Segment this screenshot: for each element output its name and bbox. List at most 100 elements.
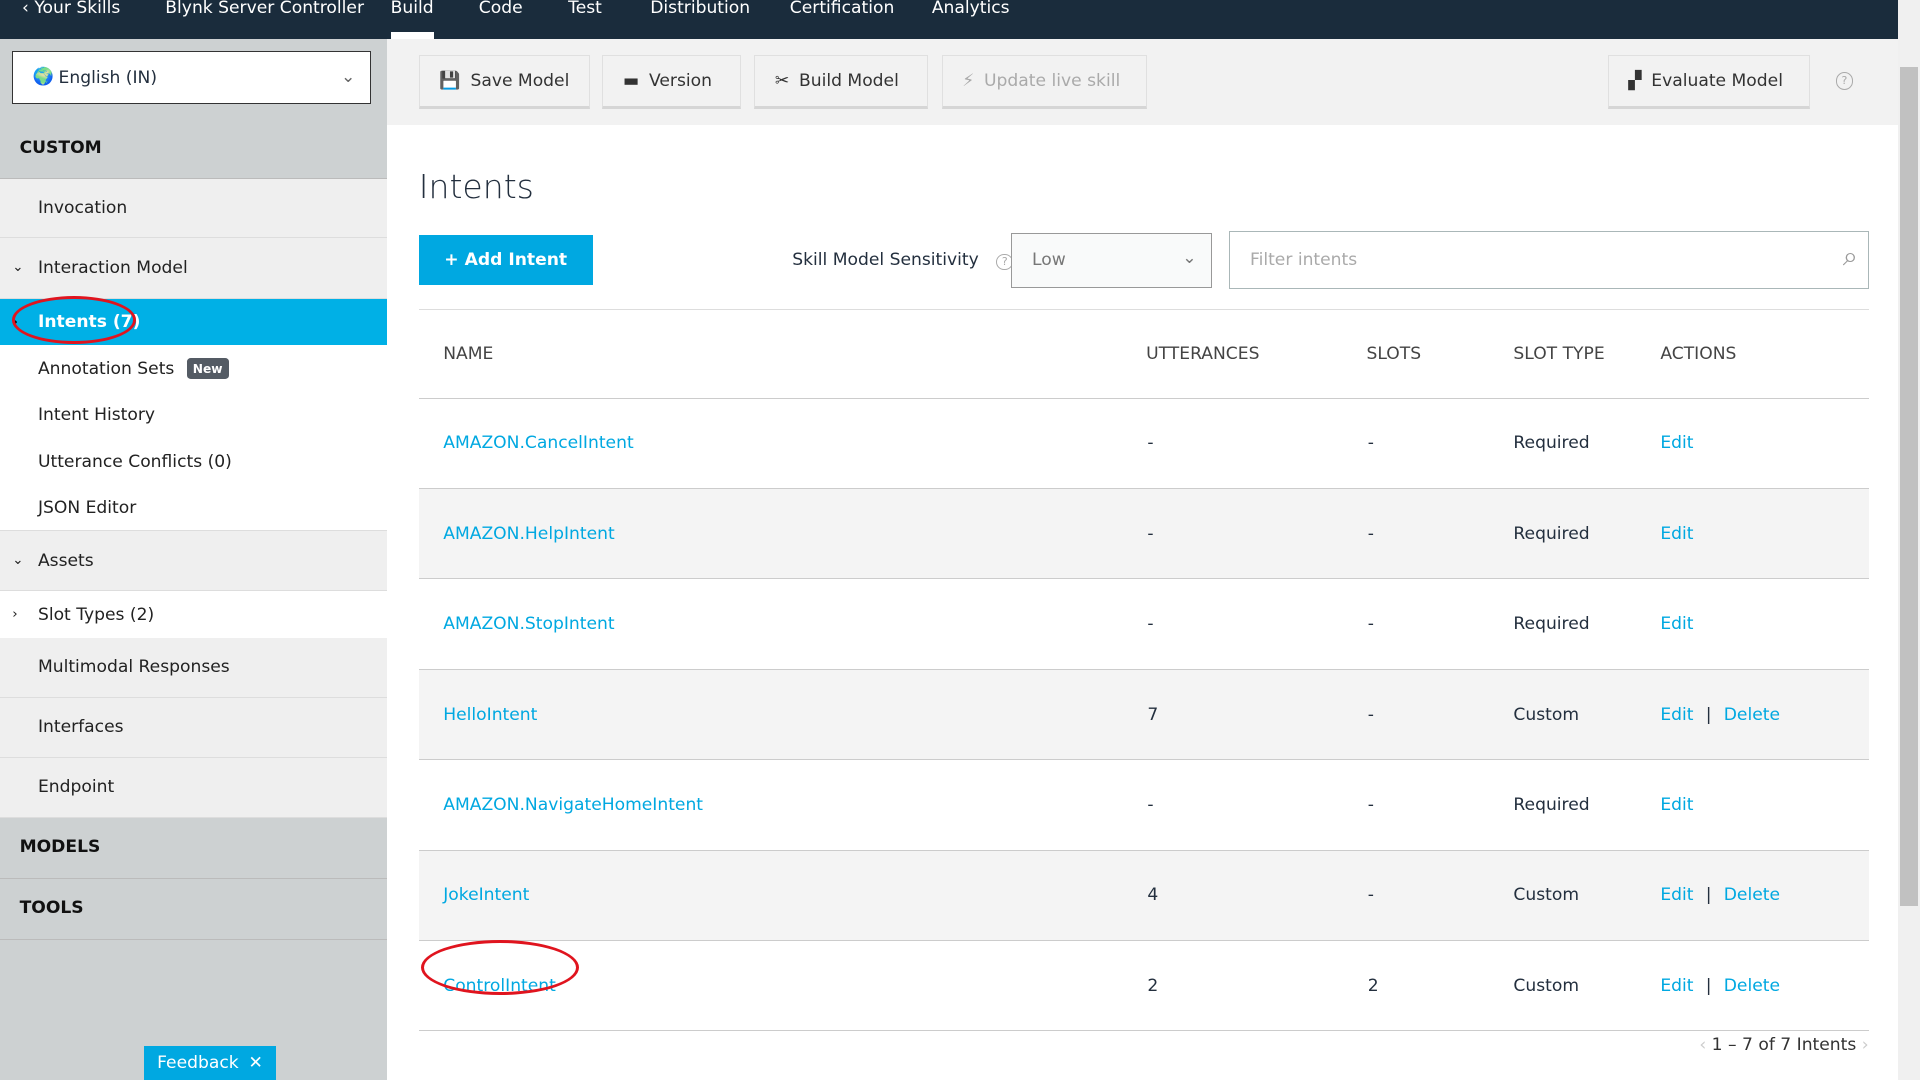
slots-cell: -	[1365, 850, 1513, 941]
section-tools[interactable]: TOOLS	[0, 879, 387, 941]
actions-cell: Edit	[1659, 759, 1869, 851]
toolbar: 💾 Save Model ▬ Version ✂ Build Model ⚡ Updat…	[386, 39, 1898, 125]
slot-type-cell: Custom	[1512, 669, 1660, 761]
delete-link[interactable]: Delete	[1724, 885, 1780, 905]
tab-code[interactable]: Code	[479, 0, 523, 18]
edit-link[interactable]: Edit	[1660, 795, 1693, 815]
slots-cell: -	[1365, 488, 1513, 580]
utterances-cell: 7	[1144, 669, 1366, 761]
slots-cell: -	[1365, 578, 1513, 670]
sidebar-item-endpoint[interactable]: Endpoint	[0, 757, 387, 818]
sidebar-item-assets[interactable]: ⌄ Assets	[0, 531, 387, 592]
intent-name-link[interactable]: AMAZON.NavigateHomeIntent	[443, 795, 703, 815]
top-nav: ‹ Your Skills Blynk Server Controller Bu…	[0, 0, 1898, 41]
edit-link[interactable]: Edit	[1660, 885, 1693, 905]
intent-name-link[interactable]: AMAZON.StopIntent	[443, 614, 614, 634]
actions-cell: Edit | Delete	[1659, 850, 1869, 941]
intent-name-link[interactable]: AMAZON.HelpIntent	[443, 524, 614, 544]
utterances-cell: -	[1144, 398, 1366, 490]
edit-link[interactable]: Edit	[1660, 976, 1693, 996]
table-row: AMAZON.HelpIntent - - Required Edit	[418, 488, 1869, 580]
tab-test[interactable]: Test	[568, 0, 602, 18]
prev-icon[interactable]: ‹	[1699, 1035, 1711, 1055]
save-model-button[interactable]: 💾 Save Model	[418, 55, 591, 109]
col-name[interactable]: NAME	[418, 308, 1145, 399]
sidebar-item-multimodal[interactable]: Multimodal Responses	[0, 637, 387, 698]
actions-cell: Edit	[1659, 398, 1869, 490]
lightning-icon: ⚡	[962, 71, 975, 92]
utterances-cell: -	[1144, 488, 1366, 580]
label: Annotation Sets	[37, 358, 175, 379]
evaluate-model-button[interactable]: ▞ Evaluate Model	[1607, 55, 1810, 109]
sidebar-item-annotation-sets[interactable]: Annotation Sets New	[0, 345, 387, 392]
update-live-skill-button[interactable]: ⚡ Update live skill	[941, 55, 1148, 109]
annotation-circle	[12, 296, 136, 344]
edit-link[interactable]: Edit	[1660, 705, 1693, 725]
table-row: HelloIntent 7 - Custom Edit | Delete	[418, 669, 1869, 761]
tab-certification[interactable]: Certification	[790, 0, 895, 18]
sidebar-item-interaction-model[interactable]: ⌄ Interaction Model	[0, 237, 387, 299]
sidebar-item-slot-types[interactable]: › Slot Types (2)	[0, 591, 387, 638]
sensitivity-select[interactable]: Low ⌄	[1011, 232, 1213, 288]
save-icon: 💾	[439, 71, 461, 92]
skill-name: Blynk Server Controller	[165, 0, 364, 18]
chevron-down-icon: ⌄	[1182, 248, 1197, 269]
version-button[interactable]: ▬ Version	[602, 55, 741, 109]
sidebar-item-json-editor[interactable]: JSON Editor	[0, 484, 387, 532]
tab-distribution[interactable]: Distribution	[650, 0, 750, 18]
sidebar-item-utterance-conflicts[interactable]: Utterance Conflicts (0)	[0, 438, 387, 485]
page-title: Intents	[418, 166, 534, 206]
add-intent-button[interactable]: + Add Intent	[418, 235, 593, 286]
delete-link[interactable]: Delete	[1724, 705, 1780, 725]
col-actions: ACTIONS	[1659, 308, 1869, 399]
table-row: AMAZON.NavigateHomeIntent - - Required E…	[418, 759, 1869, 851]
col-utterances[interactable]: UTTERANCES	[1144, 308, 1366, 399]
slots-cell: -	[1365, 759, 1513, 851]
chevron-down-icon: ⌄	[12, 553, 24, 569]
sidebar-item-invocation[interactable]: Invocation	[0, 178, 387, 238]
back-to-skills-link[interactable]: ‹ Your Skills	[22, 0, 120, 18]
edit-link[interactable]: Edit	[1660, 524, 1693, 544]
label: Feedback	[157, 1052, 239, 1073]
divider: |	[1705, 885, 1712, 906]
section-custom: CUSTOM	[0, 118, 387, 179]
actions-cell: Edit | Delete	[1659, 940, 1869, 1032]
search-icon[interactable]: ⌕	[1843, 241, 1858, 273]
label: Utterance Conflicts (0)	[37, 451, 232, 472]
annotation-circle	[421, 940, 580, 996]
label: Save Model	[470, 71, 570, 92]
label: Interfaces	[37, 717, 124, 738]
language-select[interactable]: 🌍 English (IN) ⌄	[12, 51, 371, 105]
sidebar-item-interfaces[interactable]: Interfaces	[0, 697, 387, 758]
divider: |	[1705, 975, 1712, 996]
intent-name-link[interactable]: AMAZON.CancelIntent	[443, 433, 633, 453]
label: Build Model	[799, 71, 899, 92]
new-badge: New	[186, 357, 229, 380]
tab-build[interactable]: Build	[390, 0, 434, 41]
sidebar-item-intent-history[interactable]: Intent History	[0, 391, 387, 439]
edit-link[interactable]: Edit	[1660, 614, 1693, 634]
intent-name-link[interactable]: JokeIntent	[443, 885, 529, 905]
scrollbar-thumb[interactable]	[1900, 67, 1918, 907]
globe-icon: 🌍	[32, 67, 55, 88]
help-icon[interactable]: ?	[1835, 72, 1854, 91]
col-slots[interactable]: SLOTS	[1365, 308, 1513, 399]
section-models[interactable]: MODELS	[0, 818, 387, 880]
label: Evaluate Model	[1651, 71, 1783, 92]
slot-type-cell: Custom	[1512, 940, 1660, 1032]
tab-analytics[interactable]: Analytics	[932, 0, 1010, 18]
utterances-cell: 4	[1144, 850, 1366, 941]
scrollbar[interactable]	[1897, 0, 1920, 1080]
slot-type-cell: Required	[1512, 398, 1660, 490]
next-icon[interactable]: ›	[1856, 1035, 1869, 1055]
slots-cell: -	[1365, 398, 1513, 490]
close-icon[interactable]: ✕	[248, 1053, 262, 1073]
label: Intent History	[37, 405, 156, 426]
delete-link[interactable]: Delete	[1724, 976, 1780, 996]
build-model-button[interactable]: ✂ Build Model	[754, 55, 929, 109]
edit-link[interactable]: Edit	[1660, 433, 1693, 453]
intent-name-link[interactable]: HelloIntent	[443, 705, 537, 725]
slots-cell: 2	[1365, 940, 1513, 1032]
filter-intents-input[interactable]: Filter intents ⌕	[1229, 231, 1869, 289]
feedback-button[interactable]: Feedback ✕	[144, 1045, 276, 1080]
